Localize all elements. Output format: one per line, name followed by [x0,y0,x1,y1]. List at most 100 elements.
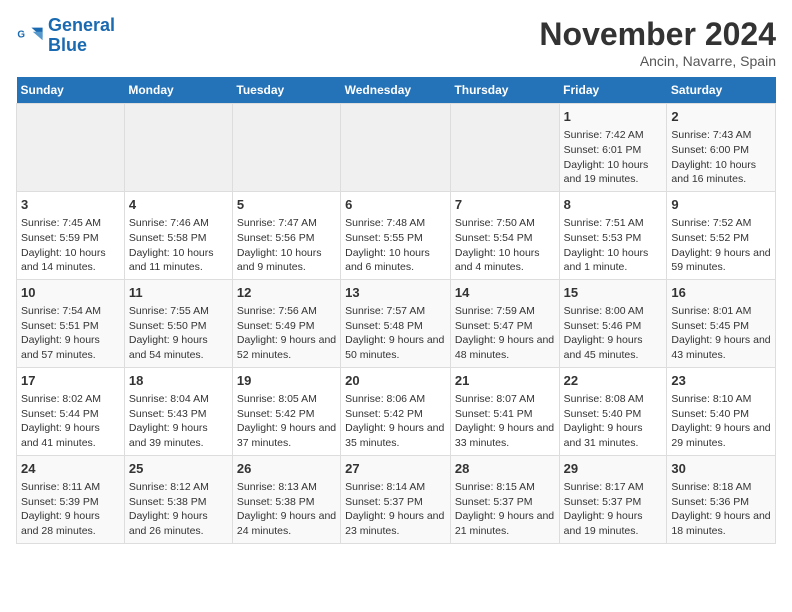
cell-1-2 [232,104,340,192]
day-info: Sunrise: 8:13 AM Sunset: 5:38 PM Dayligh… [237,480,336,539]
col-sunday: Sunday [17,77,125,104]
day-info: Sunrise: 8:14 AM Sunset: 5:37 PM Dayligh… [345,480,446,539]
day-info: Sunrise: 8:11 AM Sunset: 5:39 PM Dayligh… [21,480,120,539]
day-number: 8 [564,196,663,214]
cell-3-0: 10 Sunrise: 7:54 AM Sunset: 5:51 PM Dayli… [17,279,125,367]
day-number: 22 [564,372,663,390]
cell-2-6: 9 Sunrise: 7:52 AM Sunset: 5:52 PM Daylig… [667,191,776,279]
location: Ancin, Navarre, Spain [539,53,776,69]
day-number: 4 [129,196,228,214]
cell-2-4: 7Sunrise: 7:50 AM Sunset: 5:54 PM Daylig… [450,191,559,279]
month-title: November 2024 [539,16,776,53]
day-info: Sunrise: 8:06 AM Sunset: 5:42 PM Dayligh… [345,392,446,451]
cell-3-2: 12 Sunrise: 7:56 AM Sunset: 5:49 PM Dayli… [232,279,340,367]
day-info: Sunrise: 8:18 AM Sunset: 5:36 PM Dayligh… [671,480,771,539]
day-info: Sunrise: 8:07 AM Sunset: 5:41 PM Dayligh… [455,392,555,451]
cell-5-4: 28 Sunrise: 8:15 AM Sunset: 5:37 PM Dayli… [450,455,559,543]
cell-5-3: 27 Sunrise: 8:14 AM Sunset: 5:37 PM Dayli… [341,455,451,543]
cell-5-2: 26 Sunrise: 8:13 AM Sunset: 5:38 PM Dayli… [232,455,340,543]
cell-3-4: 14 Sunrise: 7:59 AM Sunset: 5:47 PM Dayli… [450,279,559,367]
day-number: 6 [345,196,446,214]
week-row-1: 1 Sunrise: 7:42 AM Sunset: 6:01 PM Daylig… [17,104,776,192]
cell-2-0: 3 Sunrise: 7:45 AM Sunset: 5:59 PM Daylig… [17,191,125,279]
day-info: Sunrise: 7:52 AM Sunset: 5:52 PM Dayligh… [671,216,771,275]
calendar-header: Sunday Monday Tuesday Wednesday Thursday… [17,77,776,104]
day-info: Sunrise: 8:08 AM Sunset: 5:40 PM Dayligh… [564,392,663,451]
cell-1-6: 2Sunrise: 7:43 AM Sunset: 6:00 PM Daylig… [667,104,776,192]
day-info: Sunrise: 8:00 AM Sunset: 5:46 PM Dayligh… [564,304,663,363]
title-block: November 2024 Ancin, Navarre, Spain [539,16,776,69]
day-info: Sunrise: 7:56 AM Sunset: 5:49 PM Dayligh… [237,304,336,363]
day-info: Sunrise: 8:05 AM Sunset: 5:42 PM Dayligh… [237,392,336,451]
col-wednesday: Wednesday [341,77,451,104]
day-number: 5 [237,196,336,214]
cell-4-2: 19 Sunrise: 8:05 AM Sunset: 5:42 PM Dayli… [232,367,340,455]
day-info: Sunrise: 8:01 AM Sunset: 5:45 PM Dayligh… [671,304,771,363]
cell-1-0 [17,104,125,192]
cell-4-0: 17 Sunrise: 8:02 AM Sunset: 5:44 PM Dayli… [17,367,125,455]
day-number: 27 [345,460,446,478]
page-header: G General Blue November 2024 Ancin, Nava… [16,16,776,69]
logo-line2: Blue [48,35,87,55]
week-row-5: 24 Sunrise: 8:11 AM Sunset: 5:39 PM Dayli… [17,455,776,543]
day-info: Sunrise: 7:59 AM Sunset: 5:47 PM Dayligh… [455,304,555,363]
day-number: 10 [21,284,120,302]
day-number: 18 [129,372,228,390]
calendar-table: Sunday Monday Tuesday Wednesday Thursday… [16,77,776,544]
week-row-4: 17 Sunrise: 8:02 AM Sunset: 5:44 PM Dayli… [17,367,776,455]
day-number: 13 [345,284,446,302]
day-number: 21 [455,372,555,390]
logo: G General Blue [16,16,115,56]
col-saturday: Saturday [667,77,776,104]
day-number: 19 [237,372,336,390]
day-number: 26 [237,460,336,478]
cell-3-6: 16 Sunrise: 8:01 AM Sunset: 5:45 PM Dayli… [667,279,776,367]
logo-line1: General [48,15,115,35]
cell-4-4: 21 Sunrise: 8:07 AM Sunset: 5:41 PM Dayli… [450,367,559,455]
day-number: 7 [455,196,555,214]
cell-1-4 [450,104,559,192]
col-tuesday: Tuesday [232,77,340,104]
cell-3-3: 13 Sunrise: 7:57 AM Sunset: 5:48 PM Dayli… [341,279,451,367]
cell-1-3 [341,104,451,192]
cell-4-3: 20 Sunrise: 8:06 AM Sunset: 5:42 PM Dayli… [341,367,451,455]
day-info: Sunrise: 8:17 AM Sunset: 5:37 PM Dayligh… [564,480,663,539]
week-row-3: 10 Sunrise: 7:54 AM Sunset: 5:51 PM Dayli… [17,279,776,367]
day-info: Sunrise: 7:45 AM Sunset: 5:59 PM Dayligh… [21,216,120,275]
day-info: Sunrise: 7:57 AM Sunset: 5:48 PM Dayligh… [345,304,446,363]
col-friday: Friday [559,77,667,104]
day-info: Sunrise: 7:55 AM Sunset: 5:50 PM Dayligh… [129,304,228,363]
day-number: 25 [129,460,228,478]
logo-icon: G [16,22,44,50]
cell-4-5: 22 Sunrise: 8:08 AM Sunset: 5:40 PM Dayli… [559,367,667,455]
calendar-body: 1 Sunrise: 7:42 AM Sunset: 6:01 PM Daylig… [17,104,776,544]
day-info: Sunrise: 8:02 AM Sunset: 5:44 PM Dayligh… [21,392,120,451]
day-number: 16 [671,284,771,302]
day-number: 14 [455,284,555,302]
day-info: Sunrise: 7:54 AM Sunset: 5:51 PM Dayligh… [21,304,120,363]
day-number: 24 [21,460,120,478]
day-number: 17 [21,372,120,390]
cell-1-1 [124,104,232,192]
day-info: Sunrise: 8:10 AM Sunset: 5:40 PM Dayligh… [671,392,771,451]
header-row: Sunday Monday Tuesday Wednesday Thursday… [17,77,776,104]
svg-text:G: G [17,29,25,40]
day-number: 9 [671,196,771,214]
cell-4-6: 23 Sunrise: 8:10 AM Sunset: 5:40 PM Dayli… [667,367,776,455]
cell-2-3: 6Sunrise: 7:48 AM Sunset: 5:55 PM Daylig… [341,191,451,279]
day-number: 3 [21,196,120,214]
day-number: 23 [671,372,771,390]
day-info: Sunrise: 8:15 AM Sunset: 5:37 PM Dayligh… [455,480,555,539]
week-row-2: 3 Sunrise: 7:45 AM Sunset: 5:59 PM Daylig… [17,191,776,279]
day-number: 29 [564,460,663,478]
cell-2-5: 8Sunrise: 7:51 AM Sunset: 5:53 PM Daylig… [559,191,667,279]
cell-2-1: 4Sunrise: 7:46 AM Sunset: 5:58 PM Daylig… [124,191,232,279]
day-number: 20 [345,372,446,390]
day-number: 1 [564,108,663,126]
day-info: Sunrise: 8:12 AM Sunset: 5:38 PM Dayligh… [129,480,228,539]
cell-1-5: 1 Sunrise: 7:42 AM Sunset: 6:01 PM Daylig… [559,104,667,192]
cell-3-5: 15Sunrise: 8:00 AM Sunset: 5:46 PM Dayli… [559,279,667,367]
day-number: 28 [455,460,555,478]
day-info: Sunrise: 7:42 AM Sunset: 6:01 PM Dayligh… [564,128,663,187]
day-number: 12 [237,284,336,302]
